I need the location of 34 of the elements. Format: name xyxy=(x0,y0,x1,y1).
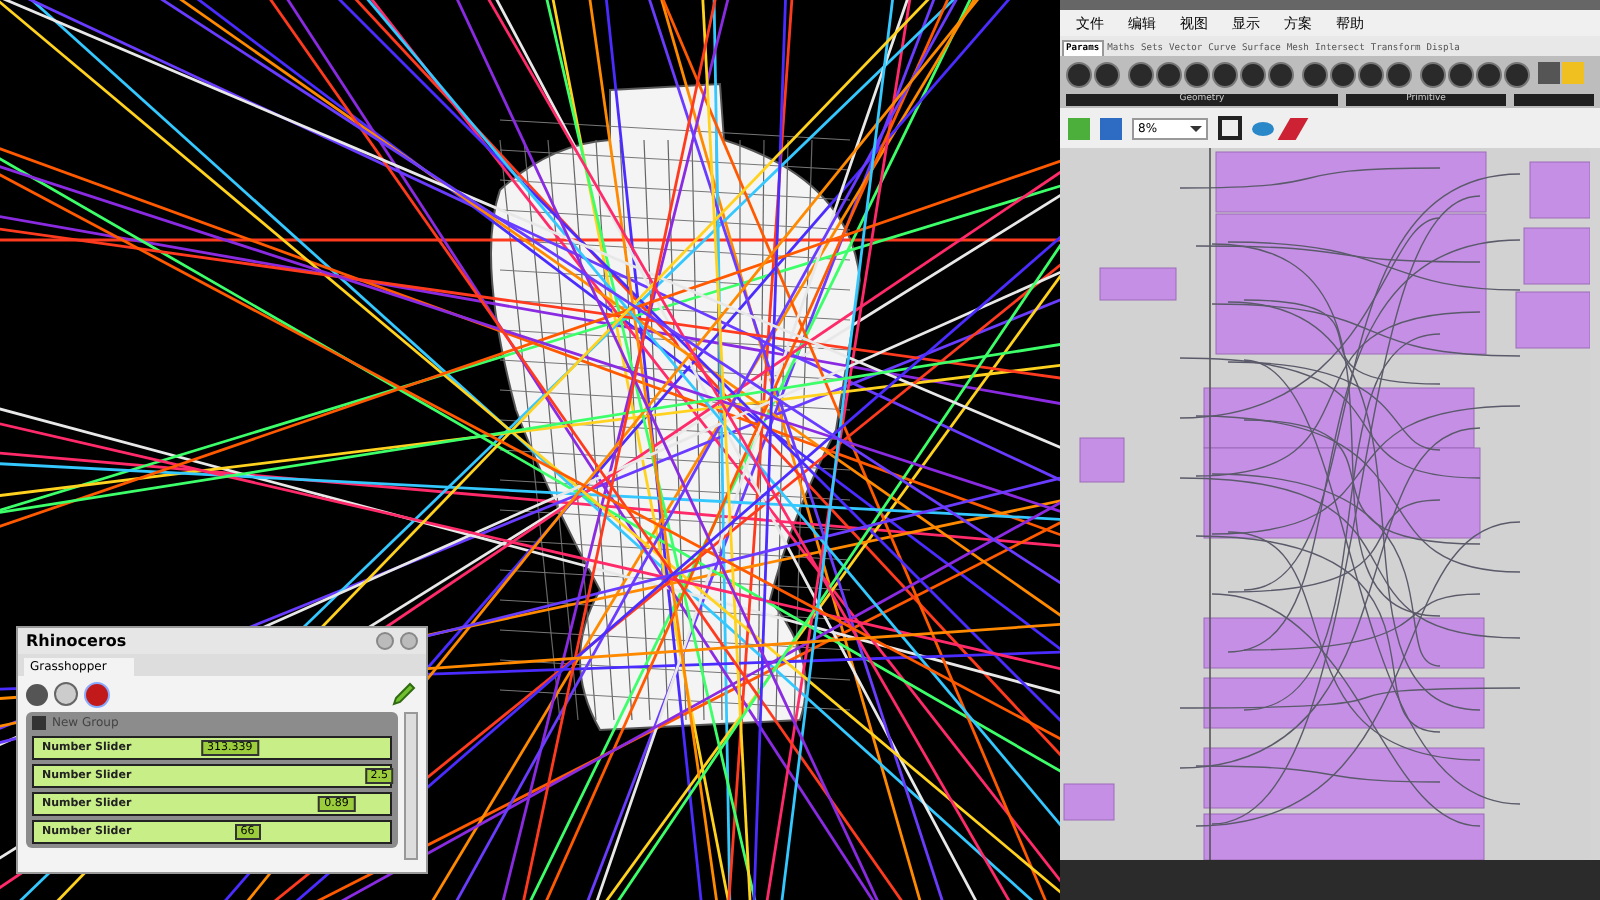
component-group[interactable] xyxy=(1203,387,1475,449)
component-group[interactable] xyxy=(1203,617,1485,669)
component-group[interactable] xyxy=(1215,213,1487,355)
component-icon[interactable] xyxy=(1268,62,1294,88)
component-icon[interactable] xyxy=(1476,62,1502,88)
eye-icon[interactable] xyxy=(1252,121,1274,135)
save-icon[interactable] xyxy=(1100,117,1122,139)
component-icon[interactable] xyxy=(1094,62,1120,88)
component-icon[interactable] xyxy=(1330,62,1356,88)
pin-icon[interactable] xyxy=(376,632,394,650)
component-icon[interactable] xyxy=(1358,62,1384,88)
component-icon[interactable] xyxy=(1504,62,1530,88)
folder-icon[interactable] xyxy=(1068,117,1090,139)
component-icon[interactable] xyxy=(1156,62,1182,88)
group-checkbox[interactable] xyxy=(32,716,46,730)
pencil-icon[interactable] xyxy=(390,680,418,708)
close-icon[interactable] xyxy=(400,632,418,650)
component-group[interactable] xyxy=(1203,677,1485,729)
component-icon[interactable] xyxy=(1448,62,1474,88)
caret-icon[interactable] xyxy=(1190,125,1202,131)
frame-icon[interactable] xyxy=(1218,116,1242,140)
component-group[interactable] xyxy=(1203,747,1485,809)
component-icon[interactable] xyxy=(1066,62,1092,88)
gem-icon[interactable] xyxy=(84,681,110,707)
component-icon[interactable] xyxy=(1240,62,1266,88)
panel-title: Rhinoceros xyxy=(26,632,127,650)
component-icon[interactable] xyxy=(1128,62,1154,88)
scroll-bar[interactable] xyxy=(404,712,418,860)
component-icon[interactable] xyxy=(1212,62,1238,88)
component-icon[interactable] xyxy=(1184,62,1210,88)
component-icon[interactable] xyxy=(1302,62,1328,88)
component-icon[interactable] xyxy=(1386,62,1412,88)
component-icon[interactable] xyxy=(1420,62,1446,88)
pen-icon[interactable] xyxy=(1277,117,1309,139)
